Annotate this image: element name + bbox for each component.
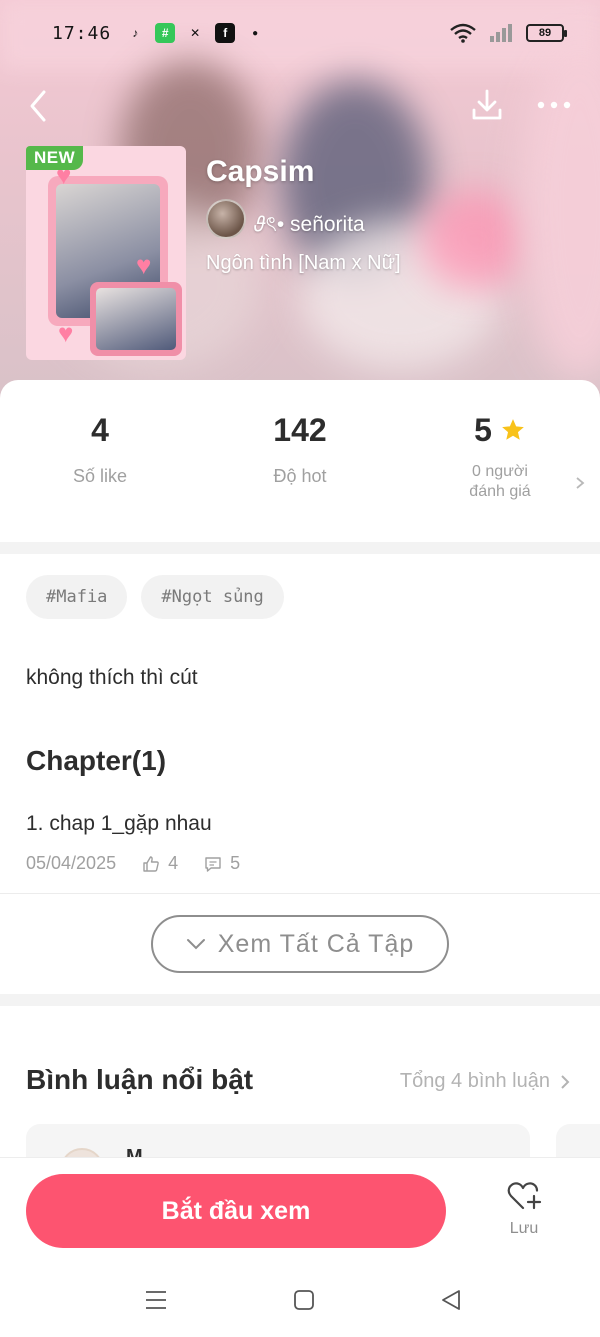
wifi-icon	[450, 23, 476, 43]
rating-value: 5	[474, 411, 492, 448]
hero-banner: 17:46 ♪ # ✕ f ● 89 ♥ ♥ ♥ NEW Capsim 𝜗ৎ• …	[0, 0, 600, 400]
tiktok-icon: ♪	[132, 26, 139, 40]
bottom-action-bar: Bắt đầu xem Lưu	[0, 1157, 600, 1267]
chapter-heading: Chapter(1)	[26, 745, 167, 776]
star-icon	[502, 419, 524, 440]
stats-row: 4 Số like 142 Độ hot 5 0 người đánh giá	[0, 410, 600, 540]
view-all-chapters-button[interactable]: Xem Tất Cả Tập	[151, 915, 449, 973]
stat-likes: 4 Số like	[0, 410, 200, 540]
status-app-icons: ♪ # ✕ f ●	[125, 23, 265, 43]
book-cover: ♥ ♥ ♥	[26, 146, 186, 360]
genre-label: Ngôn tình [Nam x Nữ]	[206, 252, 401, 274]
facebook-icon: f	[215, 23, 236, 43]
home-icon[interactable]	[293, 1289, 315, 1311]
back-icon[interactable]	[440, 1289, 462, 1311]
comments-total-label: Tổng 4 bình luận	[399, 1070, 550, 1092]
likes-value: 4	[91, 411, 109, 448]
description-text: không thích thì cút	[26, 666, 198, 689]
heart-plus-icon	[507, 1182, 542, 1210]
hot-label: Độ hot	[273, 466, 327, 486]
tag-chip[interactable]: #Mafia	[26, 575, 128, 619]
download-button[interactable]	[470, 88, 504, 122]
book-title: Capsim	[206, 155, 315, 188]
rating-count-label-2: đánh giá	[469, 483, 531, 500]
menu-icon[interactable]	[144, 1289, 168, 1311]
comments-total-link[interactable]: Tổng 4 bình luận	[400, 1070, 570, 1093]
status-bar: 17:46 ♪ # ✕ f ● 89	[0, 0, 600, 66]
chevron-right-icon	[576, 477, 585, 489]
new-badge: NEW	[26, 146, 84, 170]
stat-rating[interactable]: 5 0 người đánh giá	[400, 410, 600, 540]
rating-count-label: 0 người	[472, 463, 528, 480]
capcut-icon: ✕	[190, 26, 201, 40]
chevron-down-icon	[186, 939, 205, 950]
chapter-like-count: 4	[168, 853, 179, 873]
grid-app-icon: #	[155, 23, 176, 43]
back-button[interactable]	[24, 88, 54, 124]
stat-hot: 142 Độ hot	[200, 410, 400, 540]
divider	[0, 994, 600, 1006]
chapter-item-title[interactable]: 1. chap 1_gặp nhau	[26, 812, 212, 836]
system-navigation-bar	[0, 1267, 600, 1337]
notification-dot-icon: ●	[252, 27, 259, 39]
save-button[interactable]: Lưu	[492, 1180, 556, 1250]
tag-list: #Mafia #Ngọt sủng	[26, 575, 284, 619]
chapter-comment-count: 5	[230, 853, 241, 873]
chapter-date: 05/04/2025	[26, 853, 117, 873]
chevron-right-icon	[561, 1074, 570, 1089]
comments-heading: Bình luận nổi bật	[26, 1064, 254, 1095]
likes-label: Số like	[72, 466, 128, 486]
more-button[interactable]	[536, 98, 572, 112]
signal-icon	[490, 24, 512, 42]
battery-icon: 89	[526, 24, 567, 42]
hot-value: 142	[273, 411, 327, 448]
comment-icon	[205, 856, 221, 872]
view-all-label: Xem Tất Cả Tập	[217, 929, 415, 958]
author-avatar[interactable]	[206, 199, 246, 239]
divider	[0, 542, 600, 554]
save-label: Lưu	[509, 1220, 539, 1237]
thumb-up-icon	[143, 855, 159, 872]
author-name[interactable]: 𝜗ৎ• señorita	[254, 208, 365, 243]
status-time: 17:46	[52, 22, 112, 44]
chapter-item-meta: 05/04/2025 4 5	[26, 853, 240, 874]
start-reading-button[interactable]: Bắt đầu xem	[26, 1174, 446, 1248]
divider	[0, 893, 600, 894]
tag-chip[interactable]: #Ngọt sủng	[141, 575, 284, 619]
